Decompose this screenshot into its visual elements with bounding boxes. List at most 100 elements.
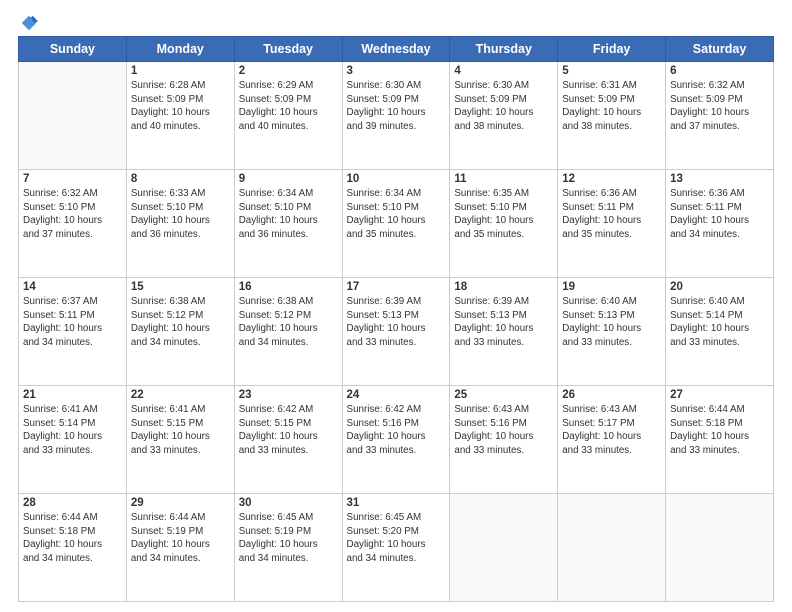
calendar-cell: 31Sunrise: 6:45 AM Sunset: 5:20 PM Dayli…	[342, 494, 450, 602]
day-number: 29	[131, 497, 230, 509]
calendar-cell: 8 Sunrise: 6:33 AM Sunset: 5:10 PM Daylig…	[126, 170, 234, 278]
day-info: Sunrise: 6:42 AM Sunset: 5:15 PM Dayligh…	[239, 403, 338, 458]
day-number: 25	[454, 389, 553, 401]
calendar-cell: 4 Sunrise: 6:30 AM Sunset: 5:09 PM Daylig…	[450, 62, 558, 170]
day-info: Sunrise: 6:39 AM Sunset: 5:13 PM Dayligh…	[454, 295, 553, 350]
calendar-cell: 24 Sunrise: 6:42 AM Sunset: 5:16 PM Dayli…	[342, 386, 450, 494]
day-number: 15	[131, 281, 230, 293]
day-info: Sunrise: 6:34 AM Sunset: 5:10 PM Dayligh…	[239, 187, 338, 242]
day-info: Sunrise: 6:43 AM Sunset: 5:17 PM Dayligh…	[562, 403, 661, 458]
weekday-friday: Friday	[558, 37, 666, 62]
day-info: Sunrise: 6:29 AM Sunset: 5:09 PM Dayligh…	[239, 79, 338, 134]
day-number: 8	[131, 173, 230, 185]
day-info: Sunrise: 6:45 AM Sunset: 5:19 PM Dayligh…	[239, 511, 338, 566]
day-info: Sunrise: 6:35 AM Sunset: 5:10 PM Dayligh…	[454, 187, 553, 242]
day-info: Sunrise: 6:43 AM Sunset: 5:16 PM Dayligh…	[454, 403, 553, 458]
day-info: Sunrise: 6:28 AM Sunset: 5:09 PM Dayligh…	[131, 79, 230, 134]
calendar-cell: 26 Sunrise: 6:43 AM Sunset: 5:17 PM Dayli…	[558, 386, 666, 494]
logo-icon	[20, 14, 38, 32]
day-number: 28	[23, 497, 122, 509]
day-number: 7	[23, 173, 122, 185]
day-info: Sunrise: 6:44 AM Sunset: 5:18 PM Dayligh…	[23, 511, 122, 566]
day-info: Sunrise: 6:36 AM Sunset: 5:11 PM Dayligh…	[562, 187, 661, 242]
week-row-5: 28 Sunrise: 6:44 AM Sunset: 5:18 PM Dayli…	[19, 494, 774, 602]
day-number: 6	[670, 65, 769, 77]
day-info: Sunrise: 6:45 AM Sunset: 5:20 PM Dayligh…	[347, 511, 446, 566]
day-info: Sunrise: 6:44 AM Sunset: 5:18 PM Dayligh…	[670, 403, 769, 458]
calendar-cell: 19 Sunrise: 6:40 AM Sunset: 5:13 PM Dayli…	[558, 278, 666, 386]
day-number: 1	[131, 65, 230, 77]
day-number: 20	[670, 281, 769, 293]
day-number: 14	[23, 281, 122, 293]
calendar-cell: 6 Sunrise: 6:32 AM Sunset: 5:09 PM Daylig…	[666, 62, 774, 170]
weekday-wednesday: Wednesday	[342, 37, 450, 62]
day-info: Sunrise: 6:31 AM Sunset: 5:09 PM Dayligh…	[562, 79, 661, 134]
day-number: 9	[239, 173, 338, 185]
header	[18, 10, 774, 32]
day-info: Sunrise: 6:32 AM Sunset: 5:09 PM Dayligh…	[670, 79, 769, 134]
calendar-cell: 11 Sunrise: 6:35 AM Sunset: 5:10 PM Dayli…	[450, 170, 558, 278]
day-number: 3	[347, 65, 446, 77]
day-info: Sunrise: 6:38 AM Sunset: 5:12 PM Dayligh…	[239, 295, 338, 350]
day-number: 2	[239, 65, 338, 77]
weekday-header-row: SundayMondayTuesdayWednesdayThursdayFrid…	[19, 37, 774, 62]
day-info: Sunrise: 6:36 AM Sunset: 5:11 PM Dayligh…	[670, 187, 769, 242]
day-number: 27	[670, 389, 769, 401]
calendar-cell	[19, 62, 127, 170]
day-info: Sunrise: 6:34 AM Sunset: 5:10 PM Dayligh…	[347, 187, 446, 242]
calendar-cell: 30 Sunrise: 6:45 AM Sunset: 5:19 PM Dayli…	[234, 494, 342, 602]
day-info: Sunrise: 6:41 AM Sunset: 5:14 PM Dayligh…	[23, 403, 122, 458]
calendar-cell: 16 Sunrise: 6:38 AM Sunset: 5:12 PM Dayli…	[234, 278, 342, 386]
weekday-tuesday: Tuesday	[234, 37, 342, 62]
day-number: 17	[347, 281, 446, 293]
calendar-cell: 12 Sunrise: 6:36 AM Sunset: 5:11 PM Dayli…	[558, 170, 666, 278]
calendar-cell: 9 Sunrise: 6:34 AM Sunset: 5:10 PM Daylig…	[234, 170, 342, 278]
calendar-cell: 3Sunrise: 6:30 AM Sunset: 5:09 PM Daylig…	[342, 62, 450, 170]
day-number: 26	[562, 389, 661, 401]
day-number: 23	[239, 389, 338, 401]
weekday-thursday: Thursday	[450, 37, 558, 62]
day-number: 19	[562, 281, 661, 293]
day-info: Sunrise: 6:37 AM Sunset: 5:11 PM Dayligh…	[23, 295, 122, 350]
day-number: 18	[454, 281, 553, 293]
day-number: 11	[454, 173, 553, 185]
weekday-saturday: Saturday	[666, 37, 774, 62]
calendar-cell: 23 Sunrise: 6:42 AM Sunset: 5:15 PM Dayli…	[234, 386, 342, 494]
calendar-cell: 21 Sunrise: 6:41 AM Sunset: 5:14 PM Dayli…	[19, 386, 127, 494]
calendar-cell: 7 Sunrise: 6:32 AM Sunset: 5:10 PM Daylig…	[19, 170, 127, 278]
day-number: 5	[562, 65, 661, 77]
day-info: Sunrise: 6:32 AM Sunset: 5:10 PM Dayligh…	[23, 187, 122, 242]
day-info: Sunrise: 6:39 AM Sunset: 5:13 PM Dayligh…	[347, 295, 446, 350]
day-info: Sunrise: 6:33 AM Sunset: 5:10 PM Dayligh…	[131, 187, 230, 242]
calendar-cell	[558, 494, 666, 602]
day-info: Sunrise: 6:40 AM Sunset: 5:13 PM Dayligh…	[562, 295, 661, 350]
week-row-2: 7 Sunrise: 6:32 AM Sunset: 5:10 PM Daylig…	[19, 170, 774, 278]
day-info: Sunrise: 6:41 AM Sunset: 5:15 PM Dayligh…	[131, 403, 230, 458]
calendar-cell	[666, 494, 774, 602]
day-number: 21	[23, 389, 122, 401]
calendar-cell: 18 Sunrise: 6:39 AM Sunset: 5:13 PM Dayli…	[450, 278, 558, 386]
calendar-table: SundayMondayTuesdayWednesdayThursdayFrid…	[18, 36, 774, 602]
day-info: Sunrise: 6:42 AM Sunset: 5:16 PM Dayligh…	[347, 403, 446, 458]
day-number: 24	[347, 389, 446, 401]
page: SundayMondayTuesdayWednesdayThursdayFrid…	[0, 0, 792, 612]
day-number: 30	[239, 497, 338, 509]
day-number: 16	[239, 281, 338, 293]
calendar-cell: 15Sunrise: 6:38 AM Sunset: 5:12 PM Dayli…	[126, 278, 234, 386]
calendar-cell: 10Sunrise: 6:34 AM Sunset: 5:10 PM Dayli…	[342, 170, 450, 278]
calendar-cell: 13 Sunrise: 6:36 AM Sunset: 5:11 PM Dayli…	[666, 170, 774, 278]
calendar-cell: 27 Sunrise: 6:44 AM Sunset: 5:18 PM Dayli…	[666, 386, 774, 494]
calendar-cell	[450, 494, 558, 602]
calendar-cell: 22Sunrise: 6:41 AM Sunset: 5:15 PM Dayli…	[126, 386, 234, 494]
day-number: 4	[454, 65, 553, 77]
logo	[18, 14, 38, 32]
day-number: 13	[670, 173, 769, 185]
weekday-monday: Monday	[126, 37, 234, 62]
week-row-4: 21 Sunrise: 6:41 AM Sunset: 5:14 PM Dayli…	[19, 386, 774, 494]
calendar-cell: 17 Sunrise: 6:39 AM Sunset: 5:13 PM Dayli…	[342, 278, 450, 386]
calendar-cell: 28 Sunrise: 6:44 AM Sunset: 5:18 PM Dayli…	[19, 494, 127, 602]
week-row-1: 1 Sunrise: 6:28 AM Sunset: 5:09 PM Daylig…	[19, 62, 774, 170]
day-info: Sunrise: 6:44 AM Sunset: 5:19 PM Dayligh…	[131, 511, 230, 566]
day-number: 12	[562, 173, 661, 185]
day-info: Sunrise: 6:30 AM Sunset: 5:09 PM Dayligh…	[454, 79, 553, 134]
